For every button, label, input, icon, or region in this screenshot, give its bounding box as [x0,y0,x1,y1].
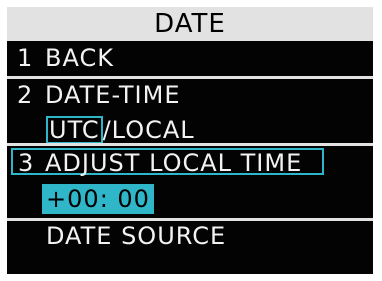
menu-item-label: ADJUST LOCAL TIME [45,149,303,177]
option-separator: / [102,116,112,144]
menu-item-number: 1 [17,44,34,72]
menu-item-label: DATE SOURCE [46,222,227,250]
menu-item-number: 3 [18,149,35,177]
menu-item-date-time[interactable]: 2 DATE-TIME [17,80,181,110]
option-local[interactable]: LOCAL [112,116,195,144]
menu-item-label: BACK [45,44,114,72]
menu-item-adjust-local-time[interactable]: 3 ADJUST LOCAL TIME [11,148,324,178]
menu-item-label-adjust: 3 ADJUST LOCAL TIME [18,148,302,178]
menu-item-date-source[interactable]: DATE SOURCE [46,221,226,251]
menu-item-number: 2 [17,81,34,109]
option-utc-selected[interactable]: UTC [46,116,103,144]
divider [7,76,373,79]
time-base-selector[interactable]: UTC/LOCAL [46,115,195,145]
local-time-offset-value[interactable]: +00: 00 [42,184,154,214]
menu-item-label: DATE-TIME [45,81,181,109]
screen-title: DATE [7,7,373,41]
divider [7,143,373,146]
menu-item-back[interactable]: 1 BACK [17,43,114,73]
radio-display: DATE 1 BACK 2 DATE-TIME UTC/LOCAL 3 ADJUST … [7,7,373,274]
